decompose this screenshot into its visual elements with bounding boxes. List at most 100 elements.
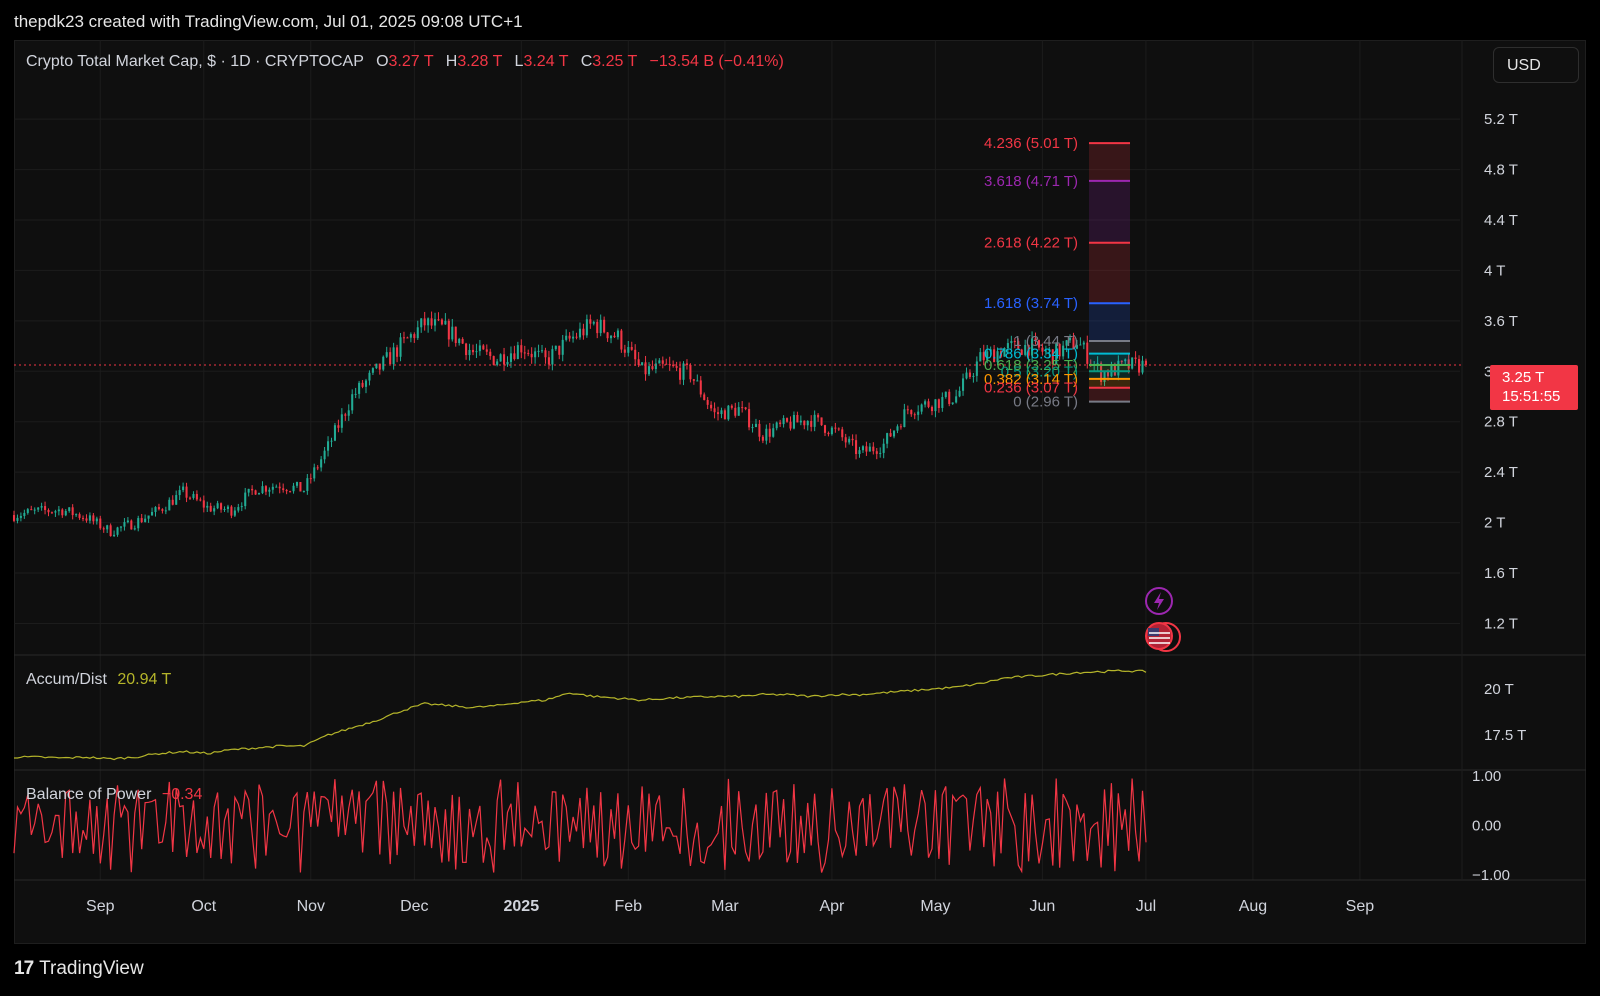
candle-body <box>199 499 202 501</box>
candle <box>675 361 678 372</box>
candle <box>844 433 847 448</box>
candle <box>734 402 737 418</box>
candle <box>530 347 533 364</box>
grid-lines <box>14 40 1460 880</box>
candle <box>558 345 561 360</box>
candle-body <box>879 452 882 454</box>
candle <box>547 350 550 370</box>
us-flag-canton <box>1148 628 1159 636</box>
candle <box>375 363 378 370</box>
candle <box>57 506 60 516</box>
candle <box>61 508 64 518</box>
candle-body <box>409 334 412 338</box>
candle-body <box>634 349 637 360</box>
candle <box>406 336 409 339</box>
candle-body <box>727 405 730 420</box>
price-tick-label: 2.4 T <box>1484 464 1518 481</box>
candle <box>889 428 892 437</box>
candle-body <box>95 518 98 522</box>
fib-zone <box>1089 303 1130 342</box>
symbol-legend[interactable]: Crypto Total Market Cap, $ · 1D · CRYPTO… <box>26 53 784 71</box>
candle <box>910 409 913 417</box>
candle <box>503 347 506 371</box>
candle-body <box>85 518 88 521</box>
candle <box>582 323 585 340</box>
candle-body <box>551 349 554 365</box>
fib-zone <box>1089 353 1130 365</box>
candle-body <box>1141 360 1144 373</box>
candle <box>779 419 782 427</box>
bop-tick-label: 1.00 <box>1472 768 1501 785</box>
currency-button[interactable]: USD <box>1493 47 1579 83</box>
open-value: 3.27 T <box>388 53 434 70</box>
candle-body <box>868 446 871 452</box>
candle-body <box>644 362 647 375</box>
price-tick-label: 3.6 T <box>1484 313 1518 330</box>
candle-body <box>910 410 913 415</box>
candle <box>333 422 336 442</box>
candle <box>644 355 647 381</box>
candle-body <box>913 414 916 416</box>
candle <box>861 445 864 453</box>
candle-body <box>716 412 720 415</box>
candle <box>751 423 754 433</box>
candle-body <box>264 486 267 492</box>
candle <box>1134 351 1137 364</box>
time-tick-label: Oct <box>191 898 216 915</box>
candle-body <box>195 494 198 500</box>
candle-body <box>741 407 744 409</box>
symbol-name[interactable]: Crypto Total Market Cap, $ · 1D · CRYPTO… <box>26 53 364 70</box>
candle-body <box>706 399 709 405</box>
candle <box>182 482 185 493</box>
candle-body <box>554 345 557 350</box>
candle-body <box>458 338 461 344</box>
candle <box>1141 355 1144 375</box>
candle-body <box>81 517 85 519</box>
candle <box>213 505 216 516</box>
candle-body <box>278 486 281 489</box>
candle <box>164 506 167 515</box>
candle <box>620 328 623 353</box>
accum-dist-name: Accum/Dist <box>26 671 107 688</box>
tradingview-brand[interactable]: 17 TradingView <box>14 958 144 980</box>
candle-body <box>327 441 330 451</box>
candle <box>775 421 778 431</box>
candle-body <box>616 330 619 338</box>
candle-body <box>1134 357 1137 360</box>
candle <box>409 332 412 343</box>
candle <box>399 332 402 362</box>
candle <box>320 456 323 472</box>
candle <box>347 404 350 421</box>
candle <box>810 415 813 432</box>
price-tick-label: 4.4 T <box>1484 212 1518 229</box>
candle-body <box>37 507 40 510</box>
candle <box>741 401 744 413</box>
candle <box>206 501 209 513</box>
candle-body <box>478 345 481 352</box>
candle-body <box>765 428 768 441</box>
candle-body <box>582 328 585 336</box>
candle <box>792 411 795 430</box>
candle-body <box>116 527 119 535</box>
low-value: 3.24 T <box>523 53 569 70</box>
candle <box>506 356 509 367</box>
candle-body <box>30 509 33 511</box>
candle-body <box>175 495 178 505</box>
candle <box>748 402 751 431</box>
candle <box>423 311 426 331</box>
candle-body <box>23 512 26 516</box>
candle <box>447 318 450 347</box>
candle <box>827 431 830 437</box>
fib-zone <box>1089 180 1130 243</box>
candle-body <box>896 426 899 431</box>
candle <box>823 424 827 437</box>
candle-body <box>416 327 419 339</box>
candle <box>972 372 975 383</box>
candle-body <box>1082 342 1085 345</box>
candle-body <box>333 425 336 441</box>
candle-body <box>837 428 840 430</box>
candle <box>171 495 174 506</box>
accum-dist-legend[interactable]: Accum/Dist 20.94 T <box>26 671 171 689</box>
bop-legend[interactable]: Balance of Power −0.34 <box>26 786 202 804</box>
chart-canvas[interactable]: 5.2 T4.8 T4.4 T4 T3.6 T3.2 T2.8 T2.4 T2 … <box>0 0 1600 996</box>
